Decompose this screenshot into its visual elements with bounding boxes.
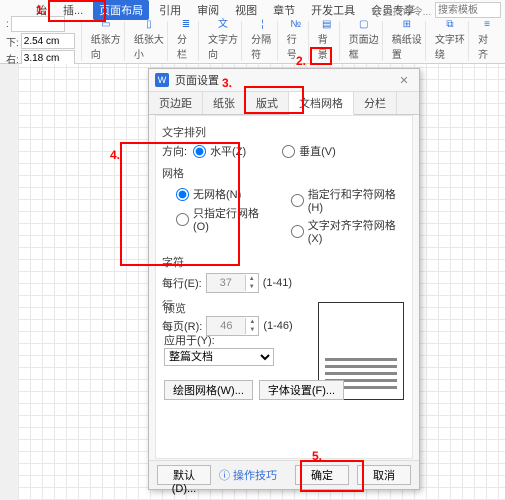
group-manuscript[interactable]: ⊞稿纸设置 — [389, 21, 426, 61]
per-page-range: (1-46) — [263, 320, 292, 332]
annotation-1: 1. — [36, 3, 46, 17]
apply-label: 应用于(Y): — [164, 332, 274, 348]
margin-bottom-label: 下: — [6, 34, 19, 49]
direction-row: 方向: 水平(Z) 垂直(V) — [162, 143, 406, 159]
preview-label: 预览 — [164, 300, 186, 316]
dtab-margins[interactable]: 页边距 — [149, 92, 203, 114]
grid-label: 网格 — [162, 165, 406, 181]
annotation-2: 2. — [296, 54, 306, 68]
ribbon-tabs: 始 插... 页面布局 引用 审阅 视图 章节 开发工具 会员专享 Q 查找命令… — [0, 0, 505, 20]
dtab-doc-grid[interactable]: 文档网格 — [289, 92, 354, 115]
per-line-input[interactable] — [207, 274, 245, 292]
dialog-titlebar: W 页面设置 ✕ — [149, 69, 419, 92]
group-text-direction[interactable]: 文文字方向 — [205, 21, 242, 61]
tab-page-layout[interactable]: 页面布局 — [93, 0, 149, 20]
group-columns[interactable]: ≣分栏 — [174, 21, 199, 61]
ribbon-search: Q 查找命令... — [372, 2, 501, 18]
tips-link[interactable]: ⓘ操作技巧 — [219, 467, 277, 483]
search-input[interactable] — [435, 2, 501, 18]
group-align[interactable]: ≡对齐 — [475, 21, 499, 61]
chars-label: 字符 — [162, 254, 406, 270]
group-breaks[interactable]: ¦分隔符 — [248, 21, 278, 61]
apply-select[interactable]: 整篇文档 — [164, 348, 274, 366]
text-direction-icon: 文 — [214, 15, 232, 30]
breaks-icon: ¦ — [253, 19, 271, 30]
page-setup-dialog: W 页面设置 ✕ 页边距 纸张 版式 文档网格 分栏 文字排列 方向: 水平(Z… — [148, 68, 420, 490]
ribbon: 始 插... 页面布局 引用 审阅 视图 章节 开发工具 会员专享 Q 查找命令… — [0, 0, 505, 64]
info-icon: ⓘ — [219, 467, 230, 483]
close-icon[interactable]: ✕ — [395, 74, 413, 87]
tab-sections[interactable]: 章节 — [267, 0, 301, 20]
annotation-4: 4. — [110, 148, 120, 162]
columns-icon: ≣ — [177, 19, 195, 30]
dialog-body: 文字排列 方向: 水平(Z) 垂直(V) 网格 无网格(N) 只指定行网格(O)… — [155, 115, 413, 459]
draw-grid-button[interactable]: 绘图网格(W)... — [164, 380, 253, 400]
dialog-footer: 默认(D)... ⓘ操作技巧 确定 取消 — [149, 460, 419, 489]
radio-lines-chars[interactable]: 指定行和字符网格(H) — [291, 186, 406, 214]
margin-field-generic[interactable] — [11, 16, 65, 32]
app-icon: W — [155, 73, 169, 87]
radio-align-chars[interactable]: 文字对齐字符网格(X) — [291, 217, 406, 245]
page-border-icon: ▢ — [355, 19, 373, 30]
manuscript-icon: ⊞ — [398, 19, 416, 30]
group-page-border[interactable]: ▢页面边框 — [346, 21, 383, 61]
per-line-spinner[interactable]: ▲▼ — [206, 273, 259, 293]
group-orientation[interactable]: ▭纸张方向 — [88, 21, 125, 61]
dtab-paper[interactable]: 纸张 — [203, 92, 246, 114]
radio-horizontal[interactable]: 水平(Z) — [193, 143, 246, 159]
line-number-icon: № — [287, 19, 305, 30]
group-text-wrap[interactable]: ⧉文字环绕 — [432, 21, 469, 61]
search-prefix: Q 查找命令... — [372, 3, 431, 18]
group-paper-size[interactable]: ▯纸张大小 — [131, 21, 168, 61]
font-settings-button[interactable]: 字体设置(F)... — [259, 380, 344, 400]
tab-developer[interactable]: 开发工具 — [305, 0, 361, 20]
dtab-columns[interactable]: 分栏 — [354, 92, 397, 114]
text-arrange-label: 文字排列 — [162, 124, 406, 140]
per-line-label: 每行(E): — [162, 275, 202, 291]
radio-lines-only[interactable]: 只指定行网格(O) — [176, 205, 271, 233]
dialog-tabs: 页边距 纸张 版式 文档网格 分栏 — [149, 92, 419, 115]
background-icon: ▤ — [318, 19, 336, 30]
orientation-icon: ▭ — [97, 19, 115, 30]
chevron-up-icon[interactable]: ▲ — [246, 318, 258, 326]
ribbon-body: : 下: 右: ▭纸张方向 ▯纸张大小 ≣分栏 文文字方向 ¦分隔符 №行号 ▤… — [0, 21, 505, 63]
ok-button[interactable]: 确定 — [295, 465, 349, 485]
cancel-button[interactable]: 取消 — [357, 465, 411, 485]
direction-label: 方向: — [162, 143, 187, 159]
chevron-down-icon[interactable]: ▼ — [246, 283, 258, 291]
radio-no-grid[interactable]: 无网格(N) — [176, 186, 241, 202]
radio-vertical[interactable]: 垂直(V) — [282, 143, 336, 159]
tab-view[interactable]: 视图 — [229, 0, 263, 20]
per-line-range: (1-41) — [263, 277, 292, 289]
align-icon: ≡ — [478, 19, 496, 30]
chevron-up-icon[interactable]: ▲ — [246, 275, 258, 283]
tab-references[interactable]: 引用 — [153, 0, 187, 20]
annotation-3: 3. — [222, 76, 232, 90]
apply-row: 应用于(Y): 整篇文档 — [164, 332, 274, 366]
margins-group: : 下: 右: — [6, 21, 82, 61]
annotation-5: 5. — [312, 449, 322, 463]
group-background[interactable]: ▤背景 — [315, 21, 340, 61]
wrap-icon: ⧉ — [441, 19, 459, 30]
dtab-layout[interactable]: 版式 — [246, 92, 289, 114]
paper-size-icon: ▯ — [140, 19, 158, 30]
default-button[interactable]: 默认(D)... — [157, 465, 211, 485]
dialog-title: 页面设置 — [175, 72, 395, 88]
margin-bottom-input[interactable] — [21, 33, 75, 49]
